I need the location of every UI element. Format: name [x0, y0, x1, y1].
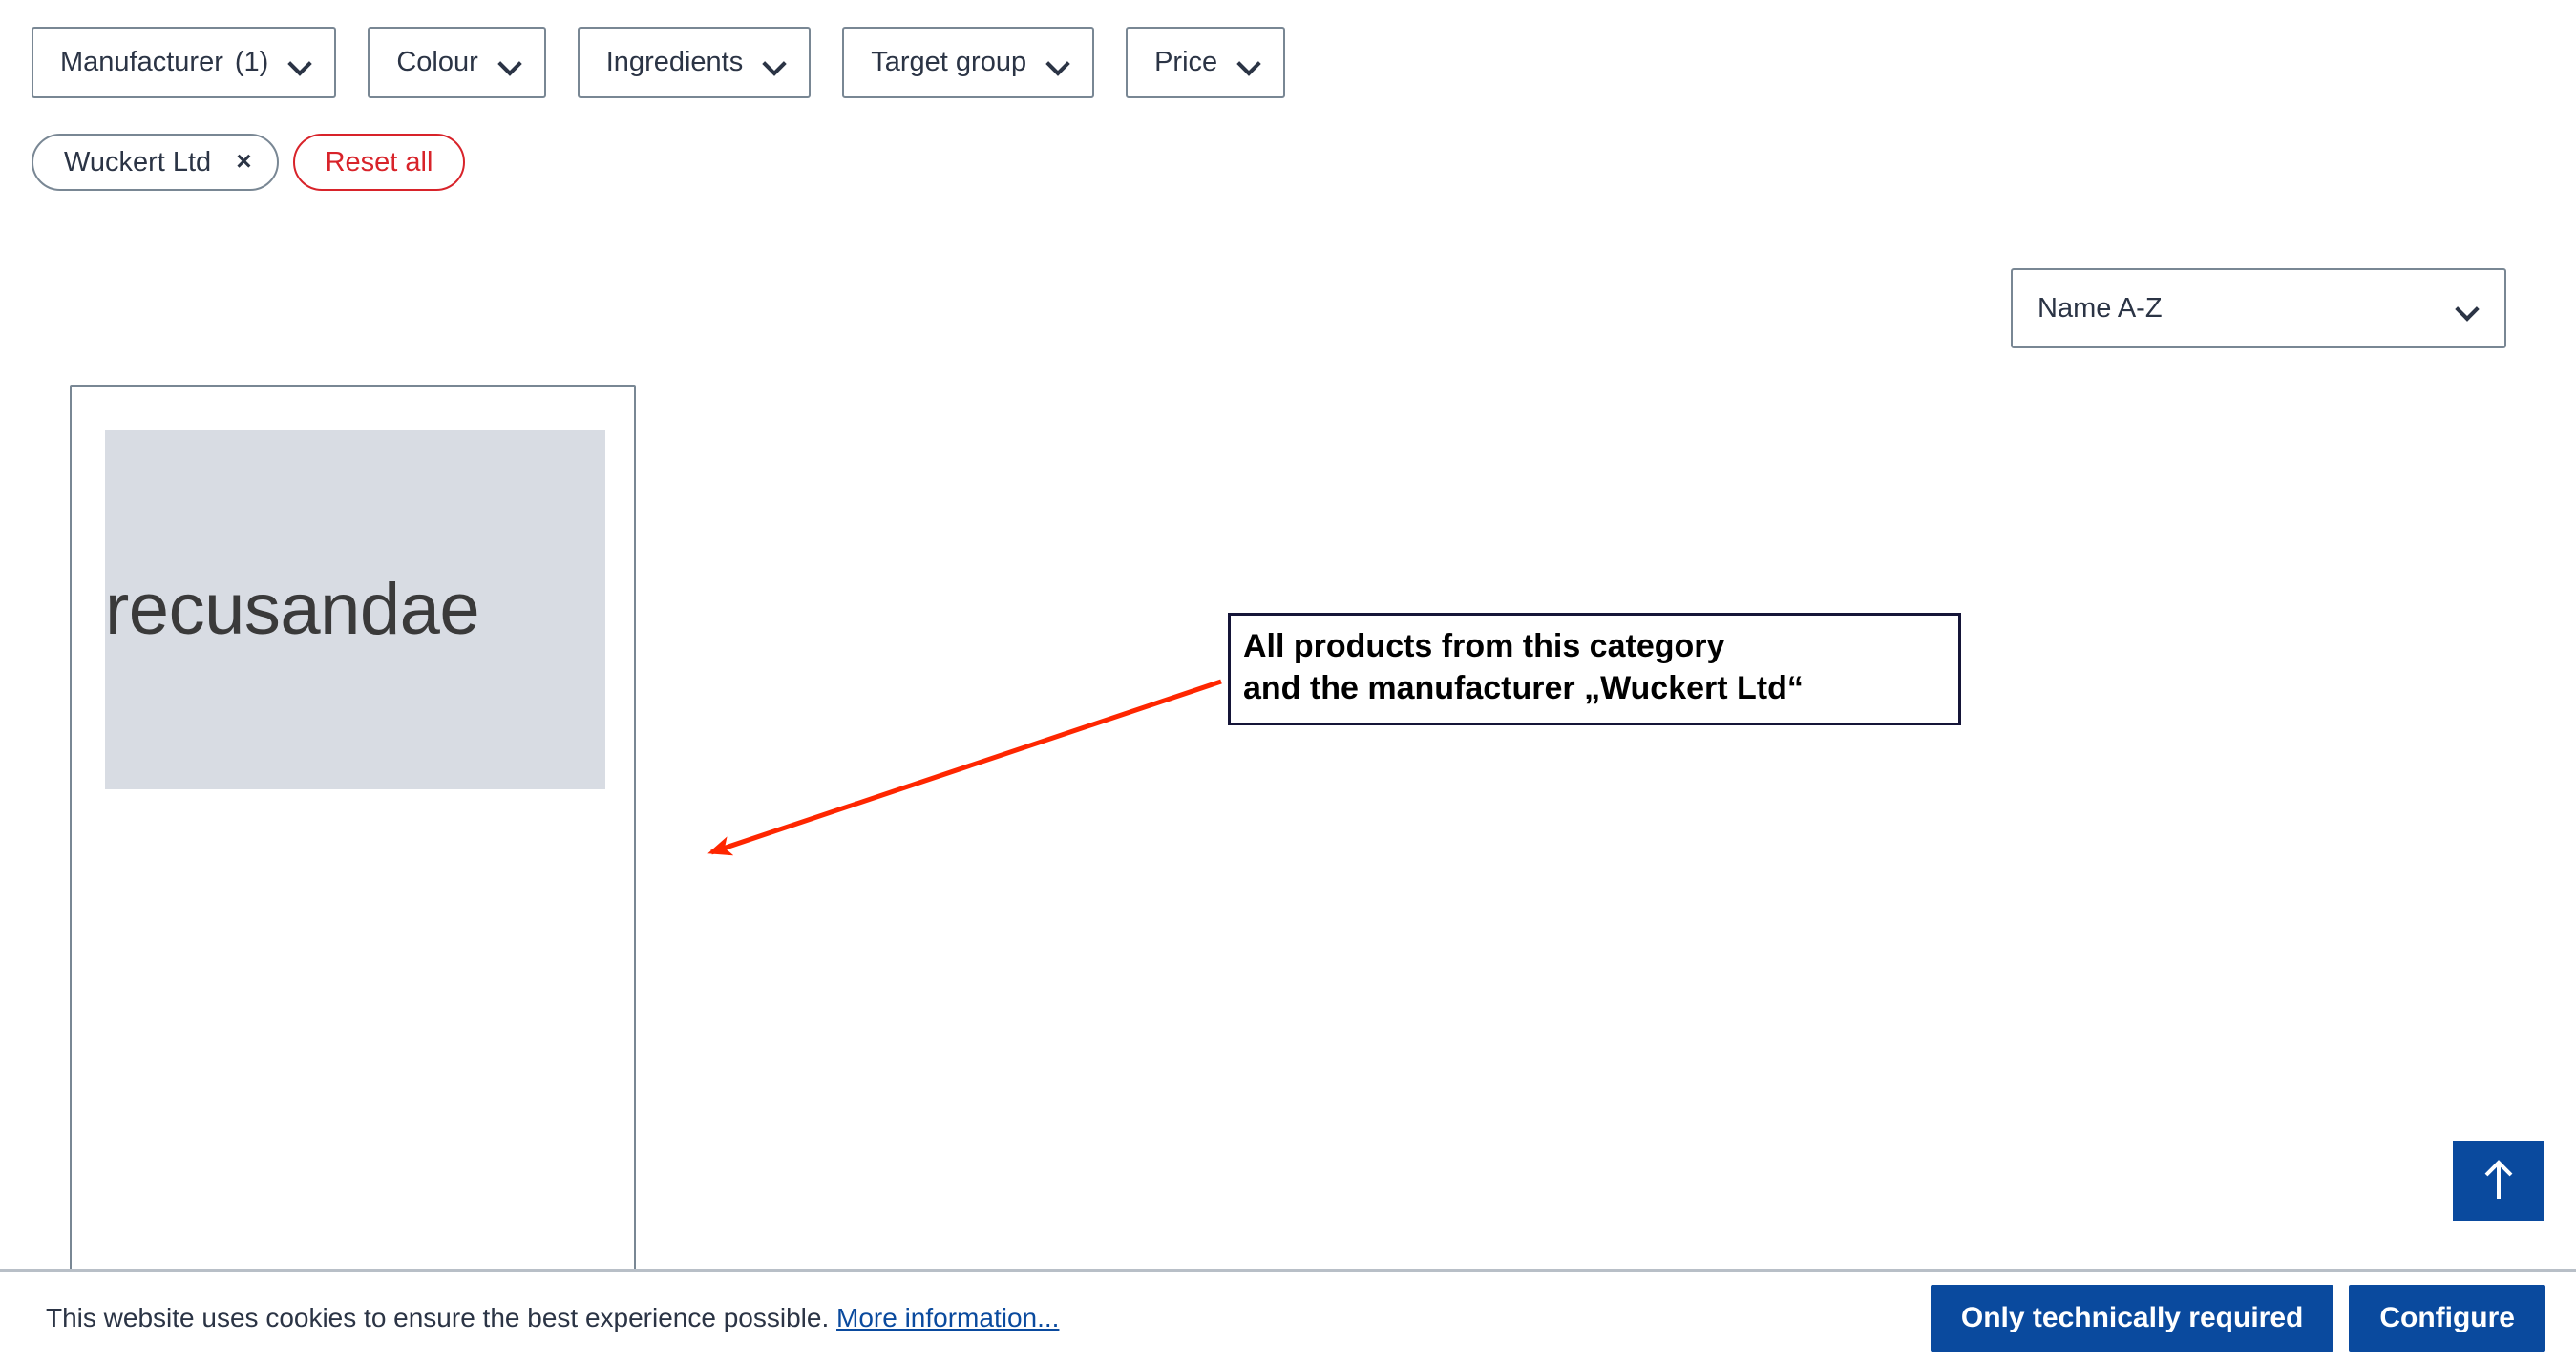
filter-button-count: (1): [234, 47, 269, 77]
active-filters-row: Wuckert Ltd × Reset all: [32, 134, 466, 191]
reset-all-button[interactable]: Reset all: [292, 134, 466, 191]
chevron-down-icon: [289, 52, 310, 73]
filter-button-price[interactable]: Price: [1126, 27, 1286, 98]
sorting-select-value: Name A-Z: [2038, 292, 2163, 324]
chevron-down-icon: [1238, 52, 1259, 73]
filter-button-label: Ingredients: [605, 47, 744, 77]
active-filter-chip-label: Wuckert Ltd: [64, 146, 212, 178]
filter-button-manufacturer[interactable]: Manufacturer (1): [32, 27, 337, 98]
active-filter-chip-manufacturer[interactable]: Wuckert Ltd ×: [32, 134, 279, 191]
configure-button[interactable]: Configure: [2349, 1284, 2545, 1352]
chevron-down-icon: [764, 52, 785, 73]
filter-button-label: Manufacturer: [60, 47, 223, 77]
chevron-down-icon: [499, 52, 520, 73]
chevron-down-icon: [2457, 298, 2478, 319]
cookie-more-information-link[interactable]: More information...: [836, 1303, 1059, 1332]
filter-button-label: Colour: [396, 47, 478, 77]
filter-button-colour[interactable]: Colour: [368, 27, 546, 98]
filter-button-target-group[interactable]: Target group: [842, 27, 1095, 98]
product-image-placeholder-text: recusandae: [105, 568, 480, 650]
filter-button-ingredients[interactable]: Ingredients: [577, 27, 812, 98]
scroll-to-top-button[interactable]: [2453, 1141, 2544, 1221]
filter-button-label: Target group: [871, 47, 1027, 77]
cookie-message-text: This website uses cookies to ensure the …: [46, 1302, 830, 1332]
cookie-actions: Only technically required Configure: [1930, 1284, 2545, 1352]
cookie-banner: This website uses cookies to ensure the …: [0, 1269, 2576, 1363]
filter-bar: Manufacturer (1) Colour Ingredients Targ…: [32, 27, 1286, 98]
product-card[interactable]: recusandae Aerodynamic Marble Louise Jea…: [70, 385, 636, 1277]
chevron-down-icon: [1047, 52, 1068, 73]
annotation-callout-line-1: All products from this category: [1243, 628, 1725, 664]
filter-button-label: Price: [1154, 47, 1218, 77]
annotation-callout-line-2: and the manufacturer „Wuckert Ltd“: [1243, 669, 1804, 706]
cookie-message: This website uses cookies to ensure the …: [46, 1303, 1059, 1333]
close-icon[interactable]: ×: [236, 148, 251, 175]
annotation-callout: All products from this category and the …: [1228, 613, 1961, 726]
sorting-select[interactable]: Name A-Z: [2011, 268, 2506, 348]
product-image-placeholder[interactable]: recusandae: [105, 430, 605, 789]
only-technically-required-button[interactable]: Only technically required: [1930, 1284, 2334, 1352]
arrow-up-icon: [2484, 1160, 2513, 1199]
